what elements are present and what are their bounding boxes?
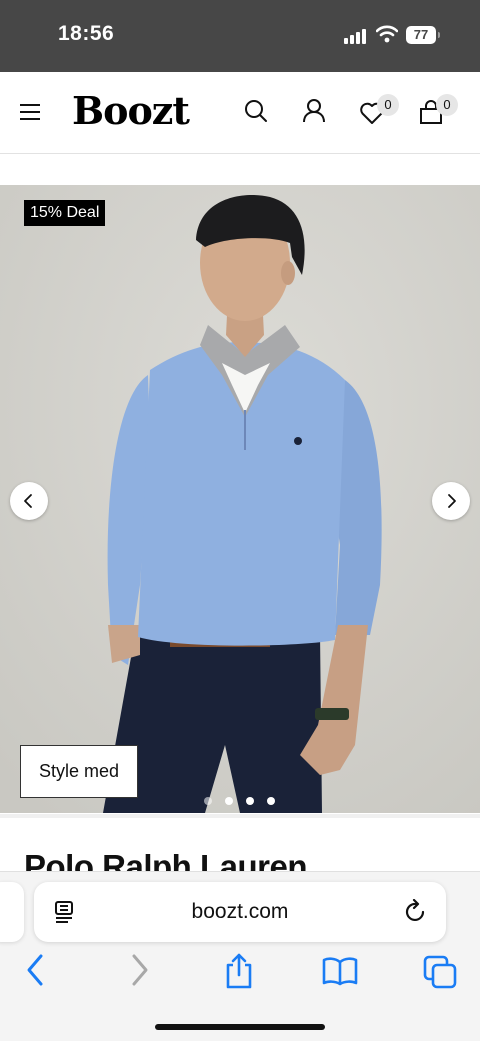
wishlist-count-badge: 0 — [377, 94, 399, 116]
previous-tab-preview[interactable] — [0, 882, 24, 942]
product-image-carousel[interactable] — [0, 185, 480, 813]
carousel-prev-button[interactable] — [10, 482, 48, 520]
tabs-icon[interactable] — [423, 955, 457, 989]
chevron-right-icon — [448, 494, 456, 508]
product-photo — [0, 185, 480, 813]
carousel-next-button[interactable] — [432, 482, 470, 520]
back-icon[interactable] — [24, 953, 46, 987]
style-with-button[interactable]: Style med — [20, 745, 138, 798]
reload-icon[interactable] — [404, 899, 428, 925]
forward-icon — [132, 954, 148, 986]
home-indicator[interactable] — [155, 1024, 325, 1030]
cart-count-badge: 0 — [436, 94, 458, 116]
search-icon[interactable] — [243, 98, 269, 124]
status-bar: 18:56 77 — [0, 0, 480, 72]
bookmarks-icon[interactable] — [322, 956, 358, 986]
battery-indicator: 77 — [406, 26, 440, 44]
hamburger-icon[interactable] — [20, 104, 40, 120]
chevron-left-icon — [24, 494, 32, 508]
site-header: Boozt 0 0 — [0, 72, 480, 154]
cellular-signal-icon — [344, 28, 370, 44]
url-text: boozt.com — [191, 900, 289, 923]
user-icon[interactable] — [301, 98, 327, 124]
site-logo[interactable]: Boozt — [72, 88, 190, 133]
carousel-dot[interactable] — [204, 797, 212, 805]
deal-badge: 15% Deal — [24, 200, 106, 226]
carousel-dot[interactable] — [246, 797, 254, 805]
status-time: 18:56 — [58, 22, 115, 45]
wifi-icon — [376, 25, 398, 43]
share-icon[interactable] — [224, 953, 254, 989]
section-divider — [0, 814, 480, 818]
carousel-dot[interactable] — [267, 797, 275, 805]
carousel-dot[interactable] — [225, 797, 233, 805]
address-bar[interactable]: boozt.com — [34, 882, 446, 942]
